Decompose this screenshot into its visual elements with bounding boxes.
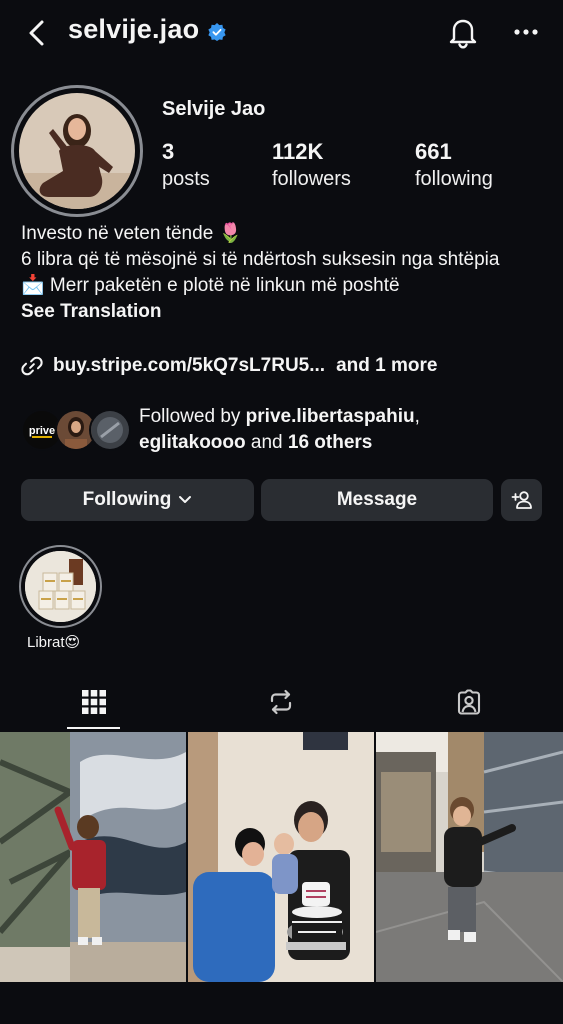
message-button[interactable]: Message [261,479,493,521]
following-label: following [415,168,493,190]
bell-icon[interactable] [449,17,477,49]
profile-bio: Investo në veten tënde 🌷 6 libra që të m… [21,221,551,325]
highlight-cover[interactable] [25,551,96,622]
more-horizontal-icon[interactable] [512,22,540,42]
tagged-icon[interactable] [455,688,483,716]
post-thumbnail[interactable] [0,732,186,982]
mutual-and: and [245,432,288,453]
mutual-user-1[interactable]: prive.libertaspahiu [246,406,415,427]
reels-icon[interactable] [267,688,295,716]
mutual-prefix: Followed by [139,406,246,427]
mutual-others[interactable]: 16 others [288,432,372,453]
posts-label: posts [162,168,210,190]
followers-label: followers [272,168,351,190]
bio-link-row[interactable]: buy.stripe.com/5kQ7sL7RU5... and 1 more [21,352,437,380]
profile-display-name: Selvije Jao [162,98,266,120]
link-icon [21,356,43,376]
posts-grid [0,732,563,982]
profile-username: selvije.jao [68,14,200,44]
add-person-icon [511,491,532,509]
stat-following[interactable]: 661 following [415,138,493,192]
bio-line: 📩 Merr paketën e plotë në linkun më posh… [21,275,400,296]
verified-badge-icon [208,23,226,41]
avatar[interactable] [19,93,135,209]
bio-link-url[interactable]: buy.stripe.com/5kQ7sL7RU5... [53,355,325,377]
post-thumbnail[interactable] [376,732,563,982]
mutual-avatar-user-2 [89,409,131,451]
following-button[interactable]: Following [21,479,254,521]
active-tab-indicator [67,727,120,729]
svg-text:prive: prive [29,425,55,437]
stat-posts[interactable]: 3 posts [162,138,210,192]
posts-count: 3 [162,139,175,164]
following-button-label: Following [82,489,172,510]
mutual-separator: , [414,406,420,427]
bio-line: Investo në veten tënde 🌷 [21,223,243,244]
grid-icon[interactable] [80,688,108,716]
mutual-followers-text: Followed by prive.libertaspahiu, eglitak… [139,404,559,456]
bio-line: 6 libra që të mësojnë si të ndërtosh suk… [21,249,500,270]
top-bar: selvije.jao [0,0,563,70]
chevron-down-icon [179,496,192,503]
suggested-users-button[interactable] [501,479,542,521]
bio-link-more[interactable]: and 1 more [336,355,437,377]
following-count: 661 [415,139,452,164]
message-button-label: Message [336,489,418,510]
followers-count: 112K [272,139,324,164]
highlight-label[interactable]: Librat😍 [27,633,80,651]
profile-tabs [0,680,563,730]
stat-followers[interactable]: 112K followers [272,138,351,192]
mutual-user-2[interactable]: eglitakoooo [139,432,246,453]
post-thumbnail[interactable] [188,732,374,982]
mutual-followers[interactable]: prive Followed by prive.libertaspahiu, e… [21,404,551,456]
chevron-left-icon[interactable] [24,18,50,48]
see-translation-link[interactable]: See Translation [21,299,551,325]
